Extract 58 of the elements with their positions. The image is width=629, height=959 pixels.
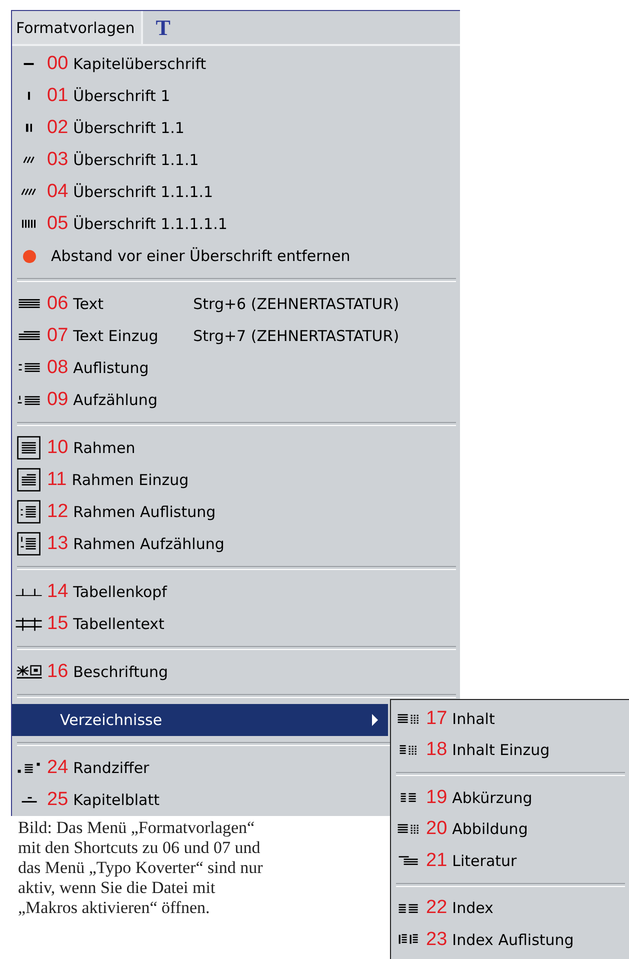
framed-text-icon xyxy=(17,436,41,460)
menu-item[interactable]: 00 Kapitelüberschrift xyxy=(12,48,460,80)
menu-item[interactable]: Abstand vor einer Überschrift entfernen xyxy=(12,240,460,272)
numbered-list-icon xyxy=(17,394,41,406)
menu-item[interactable]: 21 Literatur xyxy=(391,845,629,876)
menu-item[interactable]: 03 Überschrift 1.1.1 xyxy=(12,144,460,176)
menu-item[interactable]: 25 Kapitelblatt xyxy=(12,784,388,816)
menu-item[interactable]: 08 Auflistung xyxy=(12,352,460,384)
menu-item[interactable]: 12 Rahmen Auflistung xyxy=(12,496,460,528)
caption-icon xyxy=(16,665,42,679)
menu-item[interactable]: 20 Abbildung xyxy=(391,814,629,845)
menu-item[interactable]: 07 Text Einzug Strg+7 (ZEHNERTASTATUR) xyxy=(12,320,460,352)
dash-icon xyxy=(23,63,35,65)
lines-dots-icon xyxy=(396,714,420,724)
menu-item[interactable]: 23 Index Auflistung xyxy=(391,924,629,956)
double-lines-icon xyxy=(400,793,416,802)
text-style-icon[interactable]: T xyxy=(156,14,170,40)
indent-lines-icon xyxy=(398,856,418,866)
text-lines-icon xyxy=(18,299,40,309)
menu-item[interactable]: 24 Randziffer xyxy=(12,752,388,784)
menu-item[interactable]: 17 Inhalt xyxy=(391,703,629,734)
framed-bullet-list-icon xyxy=(17,500,41,524)
menu-item[interactable]: 10 Rahmen xyxy=(12,432,460,464)
dots-icon xyxy=(398,745,418,756)
menu-item[interactable]: 01 Überschrift 1 xyxy=(12,80,460,112)
menu-item[interactable]: 19 Abkürzung xyxy=(391,782,629,814)
bars-icon xyxy=(22,219,36,229)
arrow-icon xyxy=(372,714,378,726)
menu-item[interactable]: 16 Beschriftung xyxy=(12,656,460,688)
menu-item[interactable]: 13 Rahmen Aufzählung xyxy=(12,528,460,560)
slashes-icon xyxy=(23,156,35,164)
dot-icon xyxy=(23,250,36,262)
dash-icon xyxy=(20,797,38,803)
menu-item[interactable]: 11 Rahmen Einzug xyxy=(12,464,460,496)
bullet-list-icon xyxy=(18,363,40,373)
menu-item[interactable]: 09 Aufzählung xyxy=(12,384,460,416)
double-bar-icon xyxy=(26,123,32,133)
indent-lines-icon xyxy=(18,331,40,341)
double-lines-icon xyxy=(398,904,418,913)
menu-item[interactable]: 06 Text Strg+6 (ZEHNERTASTATUR) xyxy=(12,288,460,320)
caption: Bild: Das Menü „Formatvorlagen“ mit den Shortcuts zu 06 und 07 und das Menü „Typo Koverter“ sind nur aktiv, wenn Sie die Datei mit „Makros aktivieren“ öffnen. xyxy=(18,818,264,918)
table-head-icon xyxy=(15,588,43,596)
menu-item[interactable]: 15 Tabellentext xyxy=(12,608,460,640)
menu-item[interactable]: 18 Inhalt Einzug xyxy=(391,734,629,766)
menu-item[interactable]: 02 Überschrift 1.1 xyxy=(12,112,460,144)
menu-item[interactable]: 22 Index xyxy=(391,892,629,924)
lines-dots-icon xyxy=(396,824,420,834)
menu-item[interactable]: 04 Überschrift 1.1.1.1 xyxy=(12,176,460,208)
margin-number-icon xyxy=(17,762,41,774)
framed-indent-icon xyxy=(17,468,41,492)
framed-numbered-list-icon xyxy=(17,532,41,556)
slashes-icon xyxy=(21,188,37,196)
menu-item[interactable]: 05 Überschrift 1.1.1.1.1 xyxy=(12,208,460,240)
table-text-icon xyxy=(15,616,43,632)
menu-tab[interactable]: Formatvorlagen xyxy=(12,11,143,44)
menu-item[interactable]: 14 Tabellenkopf xyxy=(12,576,460,608)
submenu-item[interactable]: Verzeichnisse xyxy=(12,704,388,736)
list-lines-icon xyxy=(398,934,418,946)
